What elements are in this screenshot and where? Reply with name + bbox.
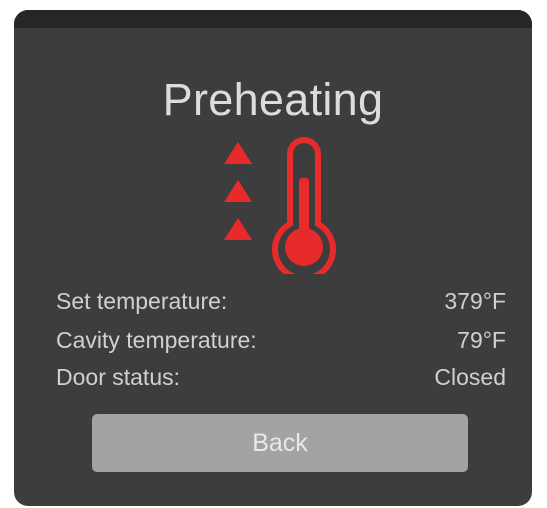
back-button[interactable]: Back: [92, 414, 468, 472]
thermometer-bulb-icon: [285, 228, 323, 266]
set-temperature-label: Set temperature:: [56, 288, 228, 314]
set-temperature-row: Set temperature: 379°F: [56, 286, 506, 316]
thermometer-mercury-icon: [299, 178, 309, 236]
up-arrow-icon-middle: [224, 180, 252, 202]
door-status-value: Closed: [434, 364, 506, 390]
preheating-dialog: Preheating Set temperature: 379°F Cavity…: [14, 10, 532, 506]
cavity-temperature-value: 79°F: [457, 327, 506, 353]
cavity-temperature-label: Cavity temperature:: [56, 327, 257, 353]
up-arrow-icon-bottom: [224, 218, 252, 240]
thermometer-rising-icon: [224, 137, 336, 274]
cavity-temperature-row: Cavity temperature: 79°F: [56, 325, 506, 355]
top-bar: [14, 10, 532, 28]
door-status-label: Door status:: [56, 364, 180, 390]
up-arrow-icon-top: [224, 142, 252, 164]
set-temperature-value: 379°F: [444, 288, 506, 314]
page-title: Preheating: [162, 74, 384, 125]
door-status-row: Door status: Closed: [56, 362, 506, 392]
preheat-icon-area: [14, 136, 532, 274]
